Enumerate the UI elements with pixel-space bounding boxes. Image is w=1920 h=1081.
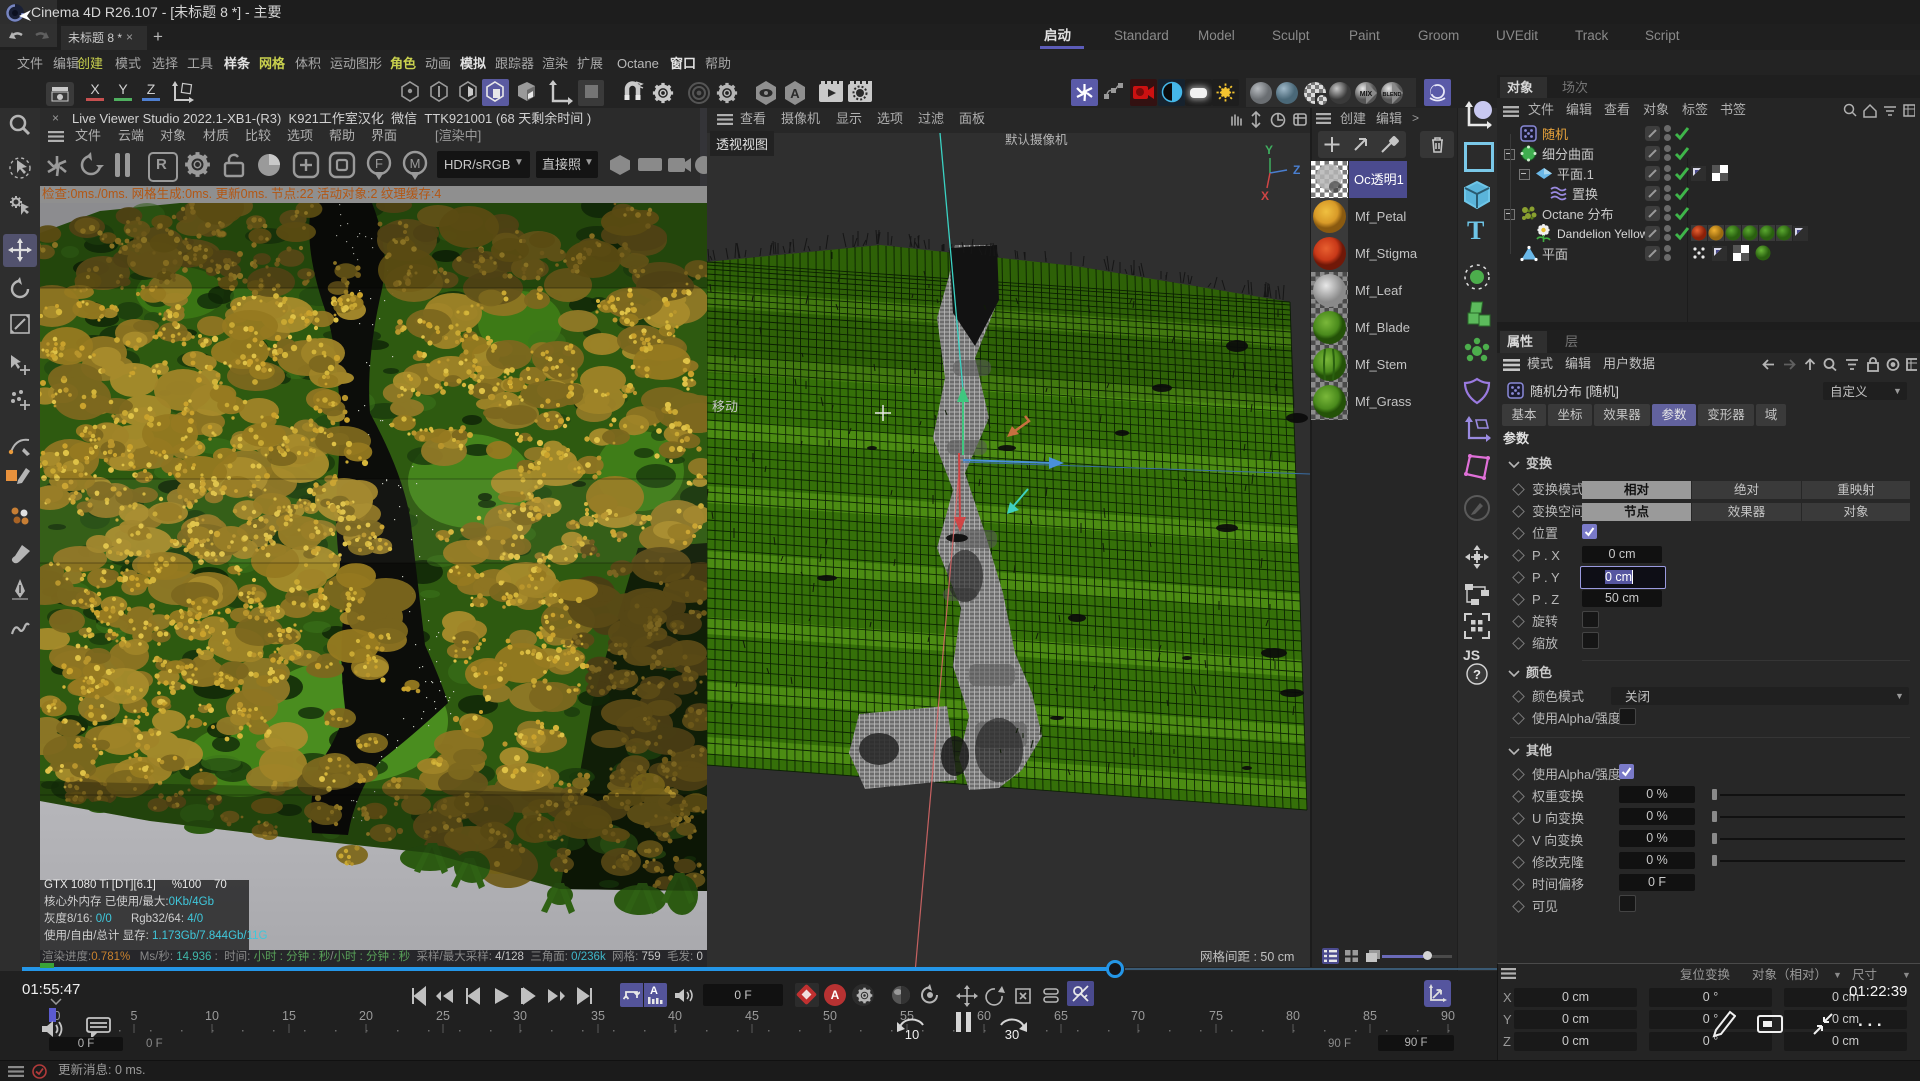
svg-text:F: F [375, 156, 383, 171]
svg-text:BLEND: BLEND [1383, 92, 1402, 98]
svg-text:Y: Y [1265, 143, 1273, 157]
svg-text:?: ? [1473, 667, 1481, 682]
svg-text:A: A [790, 86, 800, 101]
svg-text:Z: Z [1293, 163, 1300, 177]
svg-text:10: 10 [905, 1027, 919, 1042]
svg-text:30: 30 [1005, 1027, 1019, 1042]
svg-text:MIX: MIX [1360, 91, 1373, 98]
svg-text:X: X [1261, 189, 1269, 203]
svg-text:M: M [410, 156, 421, 171]
